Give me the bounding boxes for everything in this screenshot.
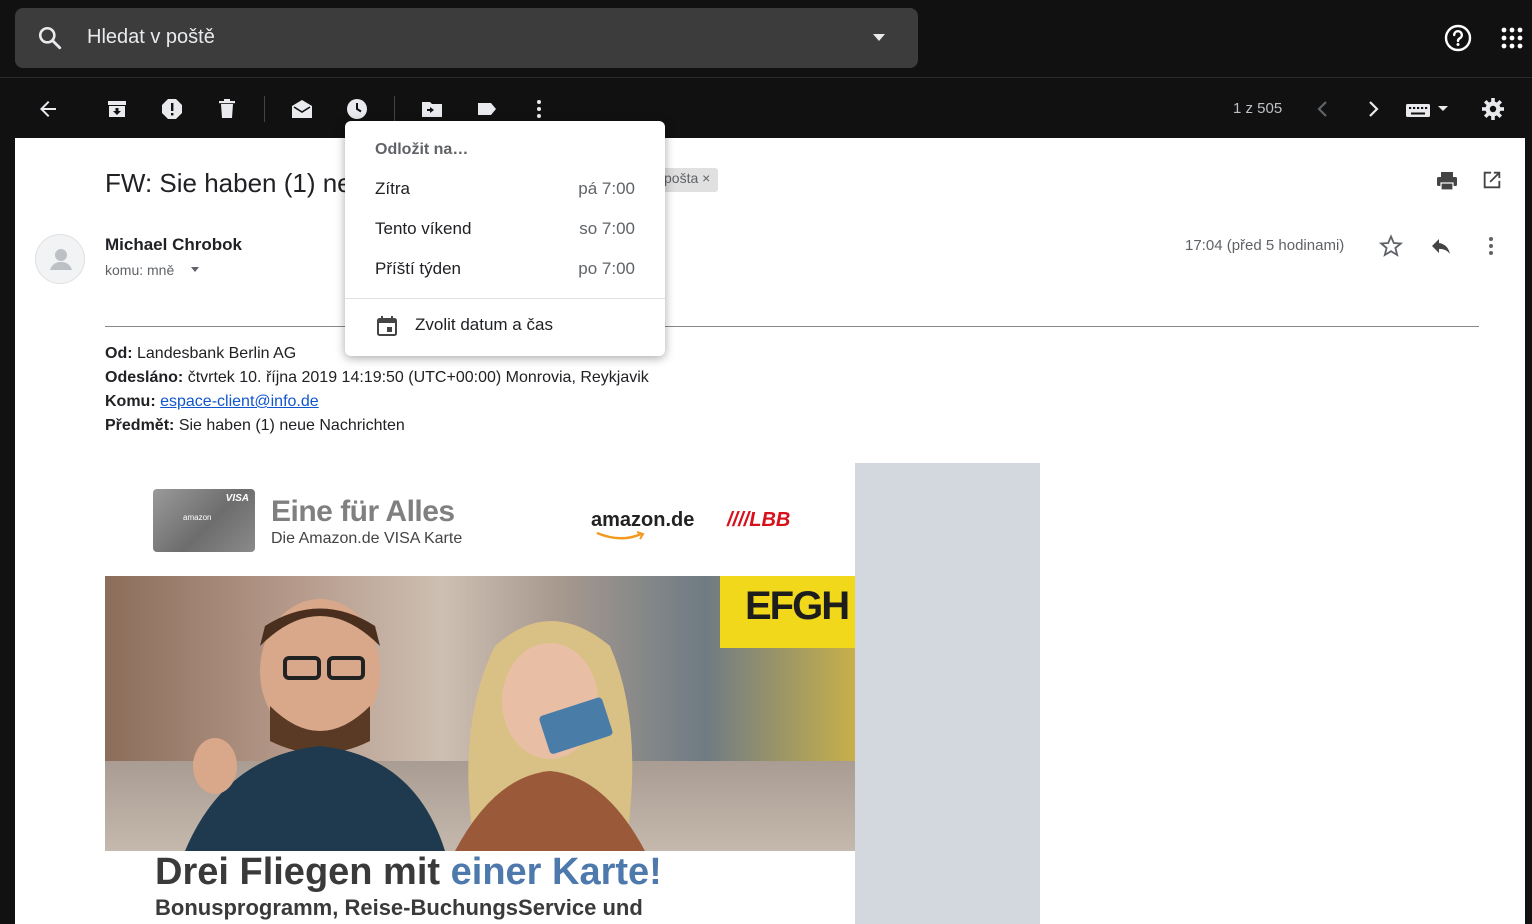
report-spam-icon[interactable]: [160, 97, 184, 121]
search-icon[interactable]: [37, 25, 63, 51]
search-input[interactable]: Hledat v poště: [87, 26, 215, 49]
snooze-option-weekend[interactable]: Tento víkend so 7:00: [345, 209, 665, 249]
delete-icon[interactable]: [215, 97, 239, 121]
sender-name[interactable]: Michael Chrobok: [105, 235, 242, 255]
subject-label: Předmět:: [105, 417, 175, 434]
to-email-link[interactable]: espace-client@info.de: [160, 393, 319, 410]
hero-woman-figure: [455, 621, 645, 851]
snooze-option-time: pá 7:00: [578, 179, 635, 198]
chevron-left-icon[interactable]: [1311, 97, 1335, 121]
lbb-logo: ////LBB: [727, 509, 791, 531]
avatar[interactable]: [35, 234, 85, 284]
email-html-body: VISA amazon Eine für Alles Die Amazon.de…: [105, 463, 855, 924]
person-icon: [50, 249, 72, 270]
promo-title: Eine für Alles: [271, 495, 455, 528]
snooze-option-label: Příští týden: [375, 259, 461, 278]
forward-to-line: Komu: espace-client@info.de: [105, 393, 319, 411]
back-arrow-icon[interactable]: [36, 97, 60, 121]
snooze-option-tomorrow[interactable]: Zítra pá 7:00: [345, 169, 665, 209]
forward-from-line: Od: Landesbank Berlin AG: [105, 345, 296, 363]
toolbar-separator: [394, 96, 395, 122]
message-date: 17:04 (před 5 hodinami): [1185, 237, 1345, 254]
message-subject: FW: Sie haben (1) ne: [105, 168, 352, 198]
snooze-option-next-week[interactable]: Příští týden po 7:00: [345, 249, 665, 289]
snooze-menu-title: Odložit na…: [375, 141, 469, 158]
snooze-option-label: Tento víkend: [375, 219, 472, 238]
promo-headline: Drei Fliegen mit einer Karte!: [155, 851, 662, 894]
snooze-custom-date[interactable]: Zvolit datum a čas: [415, 315, 553, 335]
recipient-summary: komu: mně: [105, 262, 175, 278]
search-options-dropdown-icon[interactable]: [871, 32, 887, 44]
promo-subhead: Bonusprogramm, Reise-BuchungsService und: [155, 895, 643, 920]
snooze-menu-divider: [345, 298, 665, 299]
from-value: Landesbank Berlin AG: [137, 345, 297, 362]
amazon-logo: amazon.de: [591, 509, 695, 531]
label-chip[interactable]: pošta ×: [660, 168, 719, 192]
keyboard-icon[interactable]: [1404, 97, 1450, 121]
snooze-option-time: so 7:00: [579, 219, 635, 238]
open-in-new-window-icon[interactable]: [1481, 169, 1503, 191]
headline-part2: einer Karte!: [450, 851, 662, 893]
archive-icon[interactable]: [105, 97, 129, 121]
subject-value: Sie haben (1) neue Nachrichten: [178, 417, 405, 434]
calendar-icon[interactable]: [376, 315, 398, 337]
more-vert-icon[interactable]: [1481, 234, 1501, 258]
amazon-smile-icon: [596, 531, 645, 540]
sent-value: čtvrtek 10. října 2019 14:19:50 (UTC+00:…: [187, 369, 649, 386]
hero-sign-text: EFGH: [745, 584, 850, 628]
print-icon[interactable]: [1435, 169, 1459, 193]
star-icon[interactable]: [1379, 234, 1403, 258]
message-view: FW: Sie haben (1) ne pošta × Michael Chr…: [15, 138, 1525, 924]
snooze-option-label: Zítra: [375, 179, 410, 198]
label-icon[interactable]: [475, 97, 499, 121]
card-visa-text: VISA: [225, 493, 249, 504]
move-to-icon[interactable]: [420, 97, 444, 121]
help-icon[interactable]: [1444, 24, 1472, 52]
message-toolbar: 1 z 505: [0, 78, 1532, 138]
headline-part1: Drei Fliegen mit: [155, 851, 451, 893]
more-vert-icon[interactable]: [527, 97, 551, 121]
show-details-dropdown-icon[interactable]: [190, 266, 200, 274]
toolbar-separator: [264, 96, 265, 122]
chevron-right-icon[interactable]: [1361, 97, 1385, 121]
forward-sent-line: Odesláno: čtvrtek 10. října 2019 14:19:5…: [105, 369, 649, 387]
reply-icon[interactable]: [1429, 234, 1453, 258]
hero-man-figure: [185, 599, 445, 851]
top-bar: Hledat v poště: [0, 0, 1532, 78]
pagination-count: 1 z 505: [1233, 100, 1283, 117]
snooze-option-time: po 7:00: [578, 259, 635, 278]
credit-card-image: VISA amazon: [153, 489, 255, 552]
email-side-panel: [855, 463, 1040, 924]
from-label: Od:: [105, 345, 133, 362]
card-amazon-text: amazon: [183, 513, 212, 522]
to-label: Komu:: [105, 393, 156, 410]
forward-separator: [105, 326, 1479, 327]
sent-label: Odesláno:: [105, 369, 184, 386]
settings-gear-icon[interactable]: [1481, 97, 1505, 121]
apps-grid-icon[interactable]: [1500, 26, 1524, 50]
snooze-clock-icon[interactable]: [345, 97, 369, 121]
search-box[interactable]: Hledat v poště: [15, 8, 918, 68]
hero-photo: EFGH: [105, 576, 855, 851]
mark-unread-icon[interactable]: [290, 97, 314, 121]
forward-subject-line: Předmět: Sie haben (1) neue Nachrichten: [105, 417, 405, 435]
promo-subtitle: Die Amazon.de VISA Karte: [271, 530, 463, 547]
snooze-menu: Odložit na… Zítra pá 7:00 Tento víkend s…: [345, 121, 665, 356]
